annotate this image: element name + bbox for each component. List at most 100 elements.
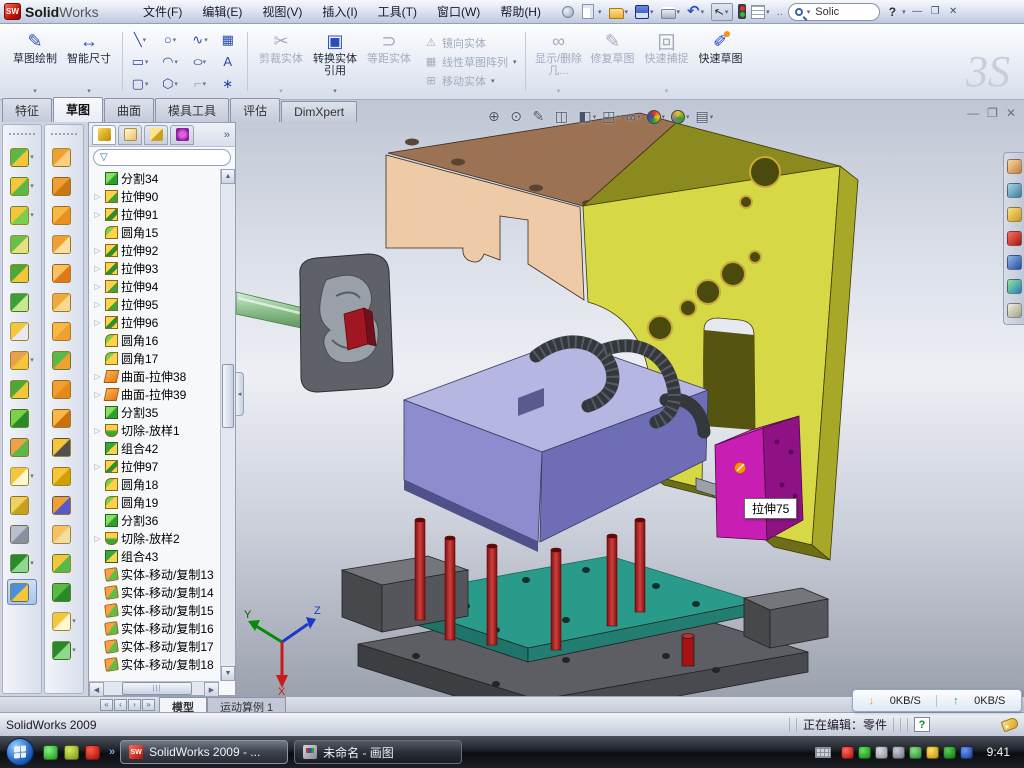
menu-item[interactable]: 插入(I) bbox=[313, 0, 366, 23]
move-dropdown-icon[interactable]: ▾ bbox=[491, 77, 495, 85]
select-dropdown-icon[interactable]: ▾ bbox=[725, 8, 729, 16]
smart-dimension-button[interactable]: ↔ 智能尺寸 ▾ bbox=[62, 27, 116, 97]
task-pane-tab[interactable] bbox=[1007, 183, 1022, 198]
feature-tree-item[interactable]: ▷ 拉伸92 bbox=[93, 241, 219, 259]
hud-button[interactable]: ▾ bbox=[647, 110, 666, 124]
toolbar-button[interactable]: ▾ bbox=[10, 318, 34, 344]
task-pane-tab[interactable] bbox=[1007, 303, 1022, 318]
task-pane-tab[interactable] bbox=[1007, 231, 1022, 246]
sketch-button[interactable]: ✎ 草图绘制 ▾ bbox=[8, 27, 62, 97]
sketch-dropdown-icon[interactable]: ▾ bbox=[33, 87, 37, 95]
toolbar-button[interactable]: ▾ bbox=[10, 463, 34, 489]
rapid-sketch-button[interactable]: ✐ 快速草图 bbox=[694, 27, 748, 97]
expand-arrow-icon[interactable]: ▷ bbox=[93, 318, 102, 327]
sketch-entity-button[interactable]: ▦ ▾ bbox=[215, 29, 245, 51]
feature-tree-item[interactable]: ▷ 拉伸96 bbox=[93, 313, 219, 331]
move-entities-button[interactable]: ⊞移动实体▾ bbox=[424, 73, 519, 89]
hud-dropdown-icon[interactable]: ▾ bbox=[593, 113, 597, 121]
toolbar-button[interactable]: ▾ bbox=[52, 173, 76, 199]
hud-button[interactable]: ◫ ▾ bbox=[555, 108, 573, 125]
options-dropdown-icon[interactable]: ▾ bbox=[766, 8, 770, 16]
pin-icon[interactable] bbox=[562, 6, 574, 18]
minimize-button[interactable]: — bbox=[909, 4, 926, 19]
toolbar-button[interactable]: ▾ bbox=[10, 347, 34, 373]
feature-tree-item[interactable]: ▷ 圆角16 bbox=[93, 331, 219, 349]
feature-tree-item[interactable]: ▷ 圆角15 bbox=[93, 223, 219, 241]
mirror-entities-button[interactable]: ⚠镜向实体 bbox=[424, 35, 519, 51]
feature-tree-item[interactable]: ▷ 分割36 bbox=[93, 511, 219, 529]
scroll-thumb[interactable] bbox=[222, 364, 234, 428]
tree-horizontal-scrollbar[interactable]: ◀ ||| ▶ bbox=[89, 681, 219, 695]
toolbar-button[interactable]: ▾ bbox=[10, 405, 34, 431]
toolbar-button[interactable]: ▾ bbox=[52, 144, 76, 170]
feature-tree-item[interactable]: ▷ 拉伸91 bbox=[93, 205, 219, 223]
hud-button[interactable]: ▤ ▾ bbox=[696, 108, 714, 125]
linear-sketch-pattern-button[interactable]: ▦线性草图阵列▾ bbox=[424, 54, 519, 70]
command-tab[interactable]: 模具工具 bbox=[155, 98, 229, 122]
document-tab[interactable]: 模型 bbox=[159, 697, 207, 712]
select-tool[interactable]: ↖▾ bbox=[711, 3, 733, 21]
hud-dropdown-icon[interactable]: ▾ bbox=[662, 113, 666, 121]
expand-arrow-icon[interactable]: ▷ bbox=[93, 462, 102, 471]
toolbar-button[interactable]: ▾ bbox=[52, 405, 76, 431]
sketch-entity-button[interactable]: A ▾ bbox=[215, 51, 245, 73]
hud-dropdown-icon[interactable]: ▾ bbox=[710, 113, 714, 121]
quick-snaps-button[interactable]: 回 快速捕捉 ▾ bbox=[640, 27, 694, 97]
toolbar-button[interactable]: ▾ bbox=[52, 289, 76, 315]
quick-snaps-dropdown-icon[interactable]: ▾ bbox=[665, 87, 669, 95]
toolbar-button[interactable]: ▾ bbox=[52, 521, 76, 547]
toolbar-button[interactable]: ▾ bbox=[52, 202, 76, 228]
sketch-entity-button[interactable]: ◠ ▾ bbox=[155, 51, 185, 73]
toolbar-button[interactable]: ▾ bbox=[52, 608, 76, 634]
save-dropdown-icon[interactable]: ▾ bbox=[650, 8, 654, 16]
tray-icon[interactable] bbox=[909, 746, 922, 759]
scroll-right-icon[interactable]: ▶ bbox=[204, 682, 219, 697]
expand-arrow-icon[interactable]: ▷ bbox=[93, 282, 102, 291]
expand-arrow-icon[interactable]: ▷ bbox=[93, 192, 102, 201]
model-magenta-insert[interactable] bbox=[715, 416, 803, 540]
quick-launch-icon[interactable] bbox=[85, 745, 100, 760]
expand-arrow-icon[interactable]: ▷ bbox=[93, 534, 102, 543]
entity-dropdown-icon[interactable]: ▾ bbox=[203, 80, 207, 88]
expand-arrow-icon[interactable]: ▷ bbox=[93, 264, 102, 273]
open-file-icon[interactable] bbox=[609, 8, 624, 19]
tree-vertical-scrollbar[interactable]: ▲ ▼ bbox=[220, 169, 235, 681]
sketch-entity-button[interactable]: ⬡ ▾ bbox=[155, 73, 185, 95]
expand-arrow-icon[interactable]: ▷ bbox=[93, 372, 102, 381]
convert-dropdown-icon[interactable]: ▾ bbox=[333, 87, 337, 95]
toolbar-button[interactable]: ▾ bbox=[52, 550, 76, 576]
undo-dropdown-icon[interactable]: ▾ bbox=[701, 8, 705, 16]
toolbar-button[interactable]: ▾ bbox=[10, 289, 34, 315]
toolbar-button[interactable]: ▾ bbox=[52, 637, 76, 663]
entity-dropdown-icon[interactable]: ▾ bbox=[204, 36, 208, 44]
toolbar-overflow-icon[interactable]: .. bbox=[777, 6, 783, 18]
task-pane-tab[interactable] bbox=[1007, 255, 1022, 270]
tab-last-icon[interactable]: » bbox=[142, 699, 155, 711]
hud-button[interactable]: ∞ ▾ bbox=[626, 109, 641, 125]
feature-tree-item[interactable]: ▷ 分割34 bbox=[93, 169, 219, 187]
feature-tree-item[interactable]: ▷ 实体-移动/复制13 bbox=[93, 565, 219, 583]
sketch-entity-button[interactable]: ▢ ▾ bbox=[125, 73, 155, 95]
tab-next-icon[interactable]: › bbox=[128, 699, 141, 711]
taskbar-window-button[interactable]: SW SolidWorks 2009 - ... bbox=[120, 740, 288, 764]
quick-tips-button[interactable]: ? bbox=[914, 717, 930, 732]
hud-button[interactable]: ◰ ▾ bbox=[602, 108, 620, 125]
command-tab[interactable]: 评估 bbox=[230, 98, 280, 122]
sketch-entity-button[interactable]: ∗ ▾ bbox=[215, 73, 245, 95]
toolbar-button[interactable]: ▾ bbox=[52, 434, 76, 460]
toolbar-button[interactable]: ▾ bbox=[10, 492, 34, 518]
toolbar-dropdown-icon[interactable]: ▾ bbox=[30, 559, 34, 567]
tray-icon[interactable] bbox=[875, 746, 888, 759]
task-pane-tab[interactable] bbox=[1007, 279, 1022, 294]
hud-button[interactable]: ✎ ▾ bbox=[533, 108, 549, 125]
hud-dropdown-icon[interactable]: ▾ bbox=[686, 113, 690, 121]
command-tab[interactable]: 特征 bbox=[2, 98, 52, 122]
toolbar-dropdown-icon[interactable]: ▾ bbox=[30, 153, 34, 161]
configurationmanager-tab[interactable] bbox=[144, 125, 168, 145]
entity-dropdown-icon[interactable]: ▾ bbox=[143, 36, 147, 44]
feature-tree-item[interactable]: ▷ 拉伸90 bbox=[93, 187, 219, 205]
toolbar-button[interactable]: ▾ bbox=[7, 579, 37, 605]
menu-item[interactable]: 编辑(E) bbox=[193, 0, 251, 23]
toolbar-button[interactable]: ▾ bbox=[10, 202, 34, 228]
filter-input[interactable]: ▽ bbox=[93, 149, 231, 166]
